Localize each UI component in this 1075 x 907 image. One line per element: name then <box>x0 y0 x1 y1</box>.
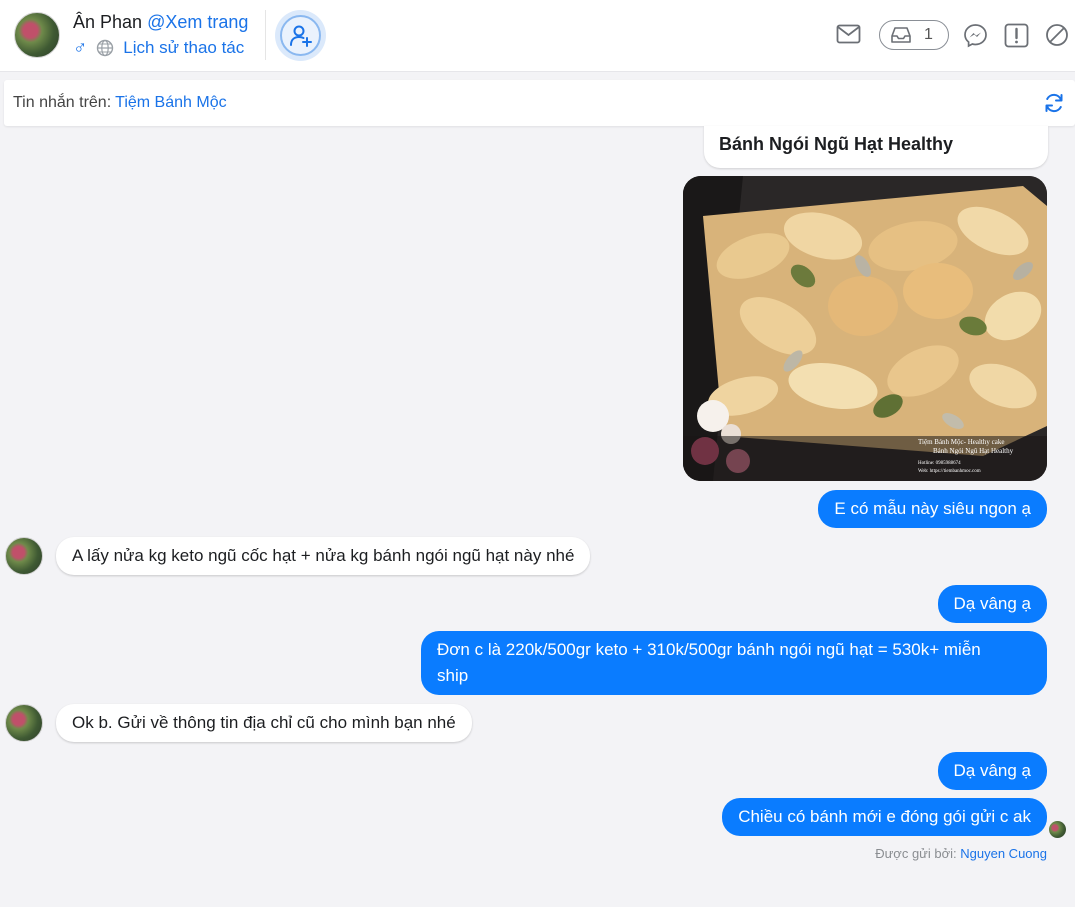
sent-by-agent-link[interactable]: Nguyen Cuong <box>960 846 1047 861</box>
refresh-icon[interactable] <box>1043 92 1065 114</box>
page-name-link[interactable]: Tiệm Bánh Mộc <box>115 94 226 112</box>
photo-watermark-line2: Bánh Ngói Ngũ Hạt Healthy <box>933 447 1014 455</box>
product-card-title: Bánh Ngói Ngũ Hạt Healthy <box>704 126 1048 168</box>
inbox-count: 1 <box>924 26 933 43</box>
gender-male-icon: ♂ <box>73 37 88 59</box>
outgoing-message[interactable]: Đơn c là 220k/500gr keto + 310k/500gr bá… <box>421 631 1047 695</box>
add-friend-icon <box>289 25 312 47</box>
report-icon[interactable] <box>1004 23 1029 48</box>
inbox-counter-button[interactable]: 1 <box>879 20 949 50</box>
message-source-label: Tin nhắn trên: <box>13 94 112 111</box>
customer-name: Ân Phan <box>73 12 143 32</box>
message-source-bar: Tin nhắn trên: Tiệm Bánh Mộc <box>4 80 1075 126</box>
header-divider <box>265 10 266 60</box>
mail-icon[interactable] <box>836 24 861 44</box>
outgoing-message[interactable]: E có mẫu này siêu ngon ạ <box>818 490 1047 528</box>
outgoing-message[interactable]: Dạ vâng ạ <box>937 752 1047 790</box>
seen-indicator-avatar <box>1049 821 1066 838</box>
photo-watermark-line3: Hotline: 0985988674 <box>918 461 961 466</box>
globe-icon <box>97 39 114 57</box>
view-page-link[interactable]: @Xem trang <box>147 12 248 32</box>
incoming-message[interactable]: Ok b. Gửi về thông tin địa chỉ cũ cho mì… <box>56 704 472 742</box>
inbox-icon <box>891 27 911 43</box>
customer-avatar[interactable] <box>14 12 60 58</box>
message-line: ship <box>437 666 469 685</box>
customer-avatar-small <box>5 704 43 742</box>
add-friend-button[interactable] <box>275 10 326 61</box>
sent-by-label: Được gửi bởi: <box>875 846 957 861</box>
message-line: Đơn c là 220k/500gr keto + 310k/500gr bá… <box>437 640 981 659</box>
sent-by-info: Được gửi bởi: Nguyen Cuong <box>875 846 1047 861</box>
outgoing-message[interactable]: Chiều có bánh mới e đóng gói gửi c ak <box>722 798 1047 836</box>
outgoing-message[interactable]: Dạ vâng ạ <box>937 585 1047 623</box>
action-history-link[interactable]: Lịch sử thao tác <box>123 38 244 58</box>
nut-tile-image: Tiệm Bánh Mộc- Healthy cake Bánh Ngói Ng… <box>683 176 1047 481</box>
customer-avatar-small <box>5 537 43 575</box>
messenger-icon[interactable] <box>963 23 988 48</box>
block-icon[interactable] <box>1045 23 1069 47</box>
customer-name-line: Ân Phan @Xem trang <box>73 12 248 33</box>
photo-watermark-line4: Web: https://tiembanhmoc.com <box>918 469 981 474</box>
customer-meta: ♂ Lịch sử thao tác <box>73 38 244 58</box>
photo-watermark-line1: Tiệm Bánh Mộc- Healthy cake <box>918 438 1004 446</box>
product-photo[interactable]: Tiệm Bánh Mộc- Healthy cake Bánh Ngói Ng… <box>683 176 1047 481</box>
incoming-message[interactable]: A lấy nửa kg keto ngũ cốc hạt + nửa kg b… <box>56 537 591 575</box>
conversation-header: Ân Phan @Xem trang ♂ Lịch sử thao tác 1 <box>0 0 1075 72</box>
